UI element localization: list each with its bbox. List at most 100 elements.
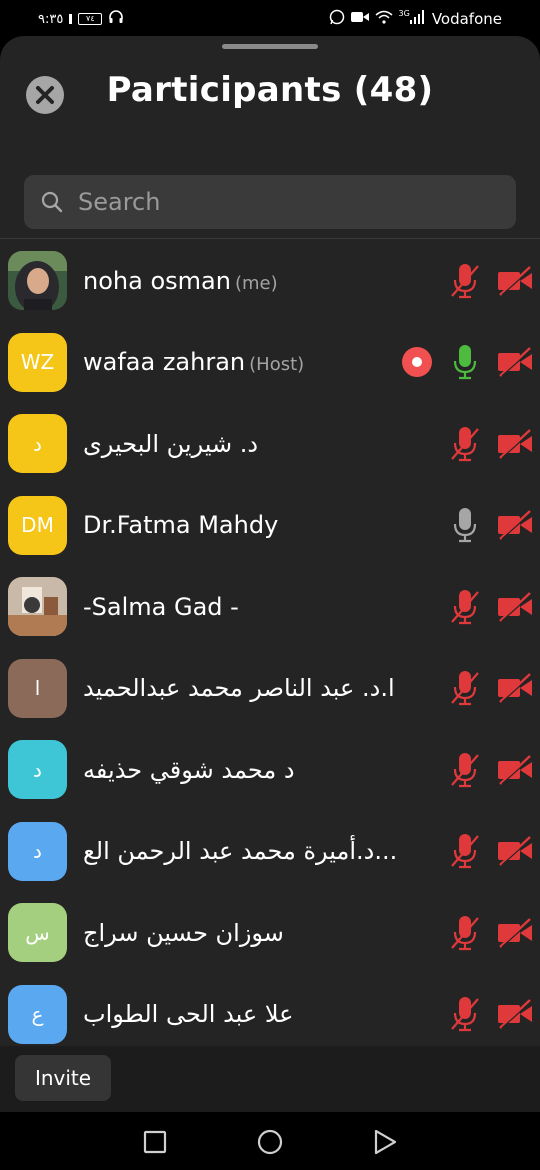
participant-row[interactable]: -Salma Gad -	[0, 566, 540, 648]
participant-row[interactable]: د د محمد شوقي حذيفه	[0, 729, 540, 811]
avatar-initials: WZ	[20, 350, 55, 375]
participant-name-text: wafaa zahran	[83, 348, 246, 377]
home-circle-icon	[257, 1129, 283, 1155]
participant-name-text: -Salma Gad -	[83, 592, 239, 621]
participant-name: -Salma Gad -	[83, 593, 239, 621]
wifi-icon	[375, 10, 393, 28]
status-right: 3G Vodafone	[329, 9, 502, 29]
mic-muted-icon[interactable]	[448, 668, 482, 708]
video-off-icon[interactable]	[496, 507, 534, 543]
video-off-icon[interactable]	[496, 915, 534, 951]
participant-row[interactable]: DM Dr.Fatma Mahdy	[0, 485, 540, 567]
video-off-icon[interactable]	[496, 670, 534, 706]
participant-name-text: د.أميرة محمد عبد الرحمن الع...	[83, 837, 398, 866]
video-off-icon[interactable]	[496, 833, 534, 869]
mic-muted-icon[interactable]	[448, 913, 482, 953]
participant-name: Dr.Fatma Mahdy	[83, 511, 278, 539]
status-bar: ٩:٣٥ ٧٤ 3G Vodafone	[0, 0, 540, 36]
avatar: ع	[8, 984, 67, 1044]
search-bar[interactable]	[24, 175, 516, 229]
participant-row[interactable]: د د.أميرة محمد عبد الرحمن الع...	[0, 811, 540, 893]
page-title: Participants (48)	[106, 70, 434, 110]
network-type: 3G	[398, 9, 410, 18]
avatar: د	[8, 821, 67, 881]
back-triangle-icon	[374, 1129, 397, 1155]
mic-icon[interactable]	[448, 342, 482, 382]
whatsapp-icon	[329, 9, 345, 29]
mic-muted-icon[interactable]	[448, 750, 482, 790]
participant-name-text: noha osman	[83, 266, 231, 295]
participant-name: noha osman (me)	[83, 267, 278, 295]
participant-name-text: ا.د. عبد الناصر محمد عبدالحميد	[83, 674, 395, 703]
sim-icon	[69, 14, 73, 24]
participant-name-text: Dr.Fatma Mahdy	[83, 511, 279, 540]
avatar: ا	[8, 658, 67, 718]
video-off-icon[interactable]	[496, 589, 534, 625]
avatar: WZ	[8, 332, 67, 392]
avatar-initials: DM	[21, 513, 54, 538]
mic-muted-icon[interactable]	[448, 831, 482, 871]
participants-sheet: Participants (48) noha osman(me) WZ wafaa…	[0, 36, 540, 1112]
avatar-initials: د	[33, 757, 42, 782]
carrier-name: Vodafone	[431, 10, 502, 28]
participant-row[interactable]: د د. شيرين البحيرى	[0, 403, 540, 485]
avatar: س	[8, 903, 67, 963]
participant-name: د. شيرين البحيرى	[83, 430, 258, 458]
avatar-initials: ا	[34, 676, 41, 701]
participant-row[interactable]: ا ا.د. عبد الناصر محمد عبدالحميد	[0, 648, 540, 730]
footer-bar: Invite	[0, 1046, 540, 1112]
participant-name: سوزان حسين سراج	[83, 919, 284, 947]
mic-icon[interactable]	[448, 505, 482, 545]
video-off-icon[interactable]	[496, 263, 534, 299]
participant-name: علا عبد الحى الطواب	[83, 1000, 294, 1028]
search-icon	[41, 191, 63, 213]
participant-row[interactable]: WZ wafaa zahran (Host)	[0, 322, 540, 404]
divider	[0, 238, 540, 239]
participant-role-tag: (me)	[234, 272, 278, 294]
participant-name-text: د محمد شوقي حذيفه	[83, 755, 295, 784]
participant-name: د محمد شوقي حذيفه	[83, 756, 295, 784]
avatar-initials: ع	[31, 1002, 44, 1027]
recents-button[interactable]	[141, 1128, 169, 1156]
mic-muted-icon[interactable]	[448, 587, 482, 627]
video-off-icon[interactable]	[496, 752, 534, 788]
back-button[interactable]	[371, 1128, 399, 1156]
participant-row[interactable]: ع علا عبد الحى الطواب	[0, 974, 540, 1056]
recording-icon	[400, 345, 434, 379]
participant-name-text: علا عبد الحى الطواب	[83, 1000, 294, 1029]
home-button[interactable]	[256, 1128, 284, 1156]
video-off-icon[interactable]	[496, 426, 534, 462]
status-left: ٩:٣٥ ٧٤	[38, 9, 124, 29]
participant-list: noha osman (me) WZ wafaa zahran (Host) د د. …	[0, 240, 540, 1055]
drag-handle[interactable]	[222, 44, 318, 49]
video-off-icon[interactable]	[496, 996, 534, 1032]
mic-muted-icon[interactable]	[448, 261, 482, 301]
search-input[interactable]	[78, 187, 478, 217]
system-nav-bar	[0, 1112, 540, 1170]
avatar-initials: س	[25, 920, 50, 945]
battery-icon: ٧٤	[78, 13, 103, 25]
participant-row[interactable]: س سوزان حسين سراج	[0, 892, 540, 974]
avatar-initials: د	[33, 839, 42, 864]
avatar-initials: د	[33, 431, 42, 456]
mic-muted-icon[interactable]	[448, 994, 482, 1034]
participant-row[interactable]: noha osman (me)	[0, 240, 540, 322]
avatar: د	[8, 740, 67, 800]
status-time: ٩:٣٥	[38, 11, 64, 27]
signal-icon	[409, 10, 426, 28]
avatar	[8, 251, 67, 311]
participant-name-text: سوزان حسين سراج	[83, 918, 284, 947]
video-off-icon[interactable]	[496, 344, 534, 380]
avatar	[8, 577, 67, 637]
headset-icon	[108, 9, 124, 29]
avatar: د	[8, 414, 67, 474]
invite-button[interactable]: Invite	[15, 1055, 111, 1101]
participant-role-tag: (Host)	[249, 354, 305, 376]
participant-name: ا.د. عبد الناصر محمد عبدالحميد	[83, 674, 395, 702]
avatar: DM	[8, 495, 67, 555]
mic-muted-icon[interactable]	[448, 424, 482, 464]
participant-name-text: د. شيرين البحيرى	[83, 429, 259, 458]
video-icon	[350, 10, 369, 28]
participant-name: wafaa zahran (Host)	[83, 348, 304, 376]
recents-square-icon	[143, 1130, 167, 1154]
